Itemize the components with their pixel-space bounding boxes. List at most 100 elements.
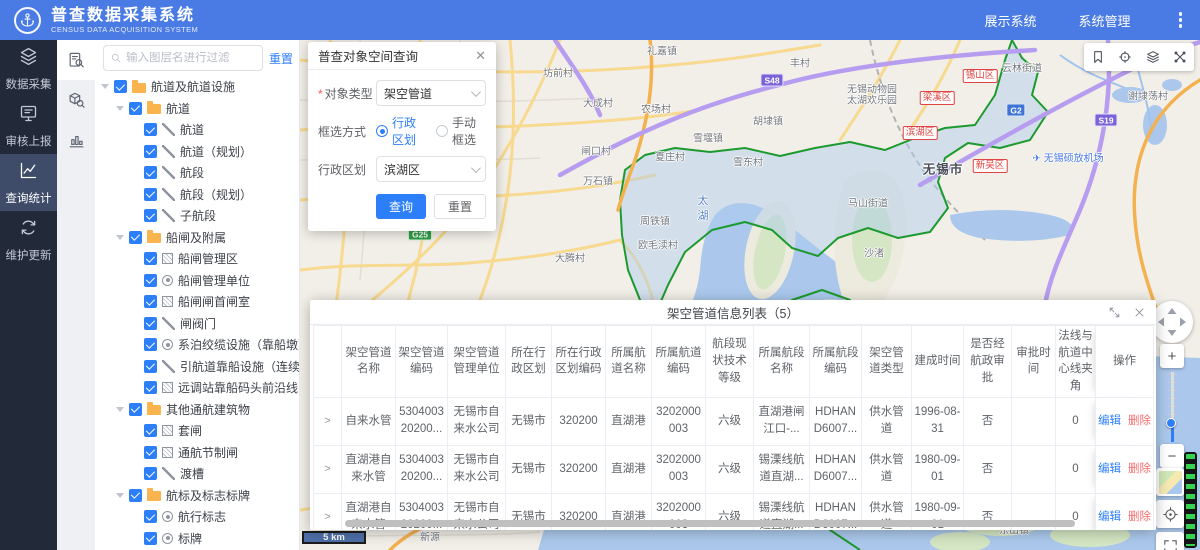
row-expander-icon[interactable]: >	[314, 493, 342, 530]
checkbox-checked-icon[interactable]	[144, 360, 157, 373]
district-select[interactable]: 滨湖区	[376, 156, 486, 182]
tree-item[interactable]: 航道（规划）	[95, 141, 299, 163]
basemap-switcher-button[interactable]	[1156, 468, 1184, 496]
tree-item[interactable]: 航道	[95, 98, 299, 120]
checkbox-checked-icon[interactable]	[144, 381, 157, 394]
tree-item[interactable]: 通航节制闸	[95, 442, 299, 464]
tree-item[interactable]: 航道	[95, 119, 299, 141]
layer-reset-link[interactable]: 重置	[269, 50, 293, 67]
checkbox-checked-icon[interactable]	[144, 317, 157, 330]
tree-item[interactable]: 航行标志	[95, 506, 299, 528]
bookmark-icon[interactable]	[1090, 49, 1106, 65]
checkbox-checked-icon[interactable]	[129, 403, 142, 416]
tree-item[interactable]: 渡槽	[95, 463, 299, 485]
tree-item[interactable]: 船闸闸首闸室	[95, 291, 299, 313]
map[interactable]: 礼嘉镇丰村坊前村大成村农场村雪堰镇闸口村夏庄村雪东村胡埭镇万石镇周铁镇欧毛渎村大…	[300, 40, 1200, 550]
row-expander-icon[interactable]: >	[314, 397, 342, 445]
checkbox-checked-icon[interactable]	[144, 295, 157, 308]
checkbox-checked-icon[interactable]	[144, 532, 157, 545]
delete-link[interactable]: 删除	[1128, 463, 1151, 475]
edit-link[interactable]: 编辑	[1098, 415, 1121, 427]
checkbox-checked-icon[interactable]	[144, 338, 157, 351]
tree-expander-icon[interactable]	[101, 84, 109, 89]
sidebar-item-stats[interactable]: 查询统计	[0, 154, 57, 211]
layers-icon[interactable]	[1145, 49, 1161, 65]
edit-link[interactable]: 编辑	[1098, 463, 1121, 475]
tool-item-model-search[interactable]	[57, 80, 95, 120]
checkbox-checked-icon[interactable]	[129, 231, 142, 244]
tree-item[interactable]: 船闸管理单位	[95, 270, 299, 292]
checkbox-checked-icon[interactable]	[144, 467, 157, 480]
tool-item-stat-chart[interactable]	[57, 120, 95, 160]
zoom-slider-knob[interactable]	[1166, 418, 1176, 428]
horizontal-scrollbar[interactable]	[345, 520, 1075, 527]
checkbox-checked-icon[interactable]	[144, 145, 157, 158]
expand-panel-icon[interactable]	[1108, 306, 1121, 319]
row-actions-cell: 编辑删除	[1096, 493, 1154, 530]
district-badge: 梁溪区	[920, 91, 955, 105]
checkbox-checked-icon[interactable]	[144, 446, 157, 459]
tree-expander-icon[interactable]	[116, 407, 124, 412]
layer-search-input[interactable]	[126, 52, 256, 64]
close-panel-icon[interactable]	[1133, 306, 1146, 319]
tree-item[interactable]: 船闸及附属	[95, 227, 299, 249]
tree-item[interactable]: 套闸	[95, 420, 299, 442]
zoom-out-button[interactable]: −	[1160, 444, 1184, 468]
sidebar-item-update[interactable]: 维护更新	[0, 211, 57, 268]
dialog-close-icon[interactable]: ✕	[475, 48, 486, 64]
delete-link[interactable]: 删除	[1128, 511, 1151, 523]
locate-button[interactable]	[1156, 500, 1184, 528]
tree-item[interactable]: 系泊绞缆设施（靠船墩）	[95, 334, 299, 356]
tree-item[interactable]: 航道及航道设施	[95, 76, 299, 98]
edit-link[interactable]: 编辑	[1098, 511, 1121, 523]
checkbox-checked-icon[interactable]	[144, 274, 157, 287]
zoom-slider[interactable]	[1165, 372, 1179, 442]
column-header: 所属航道编码	[652, 326, 706, 398]
checkbox-checked-icon[interactable]	[144, 424, 157, 437]
zoom-in-button[interactable]: +	[1160, 344, 1184, 368]
tool-item-doc-search[interactable]	[57, 40, 95, 80]
fullscreen-button[interactable]	[1156, 532, 1184, 550]
checkbox-checked-icon[interactable]	[144, 510, 157, 523]
tree-expander-icon[interactable]	[116, 493, 124, 498]
measure-icon[interactable]	[1172, 49, 1188, 65]
sidebar-item-audit[interactable]: 审核上报	[0, 97, 57, 154]
tree-item[interactable]: 航段	[95, 162, 299, 184]
layer-search-box[interactable]	[103, 45, 263, 71]
tree-item[interactable]: 标牌	[95, 528, 299, 550]
checkbox-checked-icon[interactable]	[144, 252, 157, 265]
tree-item[interactable]: 闸阀门	[95, 313, 299, 335]
query-button[interactable]: 查询	[376, 194, 426, 219]
tree-item[interactable]: 航标及标志标牌	[95, 485, 299, 507]
tree-item[interactable]: 远调站靠船码头前沿线	[95, 377, 299, 399]
checkbox-checked-icon[interactable]	[144, 166, 157, 179]
tree-expander-icon[interactable]	[116, 106, 124, 111]
checkbox-checked-icon[interactable]	[144, 188, 157, 201]
more-menu-icon[interactable]	[1173, 8, 1189, 32]
checkbox-checked-icon[interactable]	[144, 123, 157, 136]
tree-item[interactable]: 船闸管理区	[95, 248, 299, 270]
radio-district[interactable]: 行政区划	[376, 114, 426, 148]
locate-target-icon[interactable]	[1117, 49, 1133, 65]
row-expander-icon[interactable]: >	[314, 445, 342, 493]
tree-item[interactable]: 子航段	[95, 205, 299, 227]
dialog-reset-button[interactable]: 重置	[434, 194, 486, 219]
tree-item[interactable]: 其他通航建筑物	[95, 399, 299, 421]
tree-expander-icon[interactable]	[116, 235, 124, 240]
tree-item-label: 闸阀门	[180, 315, 216, 332]
checkbox-checked-icon[interactable]	[129, 102, 142, 115]
sidebar-item-collect[interactable]: 数据采集	[0, 40, 57, 97]
expander-column-header	[314, 326, 342, 398]
delete-link[interactable]: 删除	[1128, 415, 1151, 427]
compass-control[interactable]	[1151, 301, 1193, 343]
nav-display-system[interactable]: 展示系统	[984, 11, 1036, 30]
tree-item[interactable]: 引航道靠船设施（连续墙式）	[95, 356, 299, 378]
nav-system-manage[interactable]: 系统管理	[1078, 11, 1130, 30]
checkbox-checked-icon[interactable]	[144, 209, 157, 222]
object-type-select[interactable]: 架空管道	[376, 80, 486, 106]
checkbox-checked-icon[interactable]	[114, 80, 127, 93]
tree-item[interactable]: 航段（规划）	[95, 184, 299, 206]
checkbox-checked-icon[interactable]	[129, 489, 142, 502]
sidebar-item-label: 查询统计	[6, 190, 52, 206]
radio-manual[interactable]: 手动框选	[436, 114, 486, 148]
